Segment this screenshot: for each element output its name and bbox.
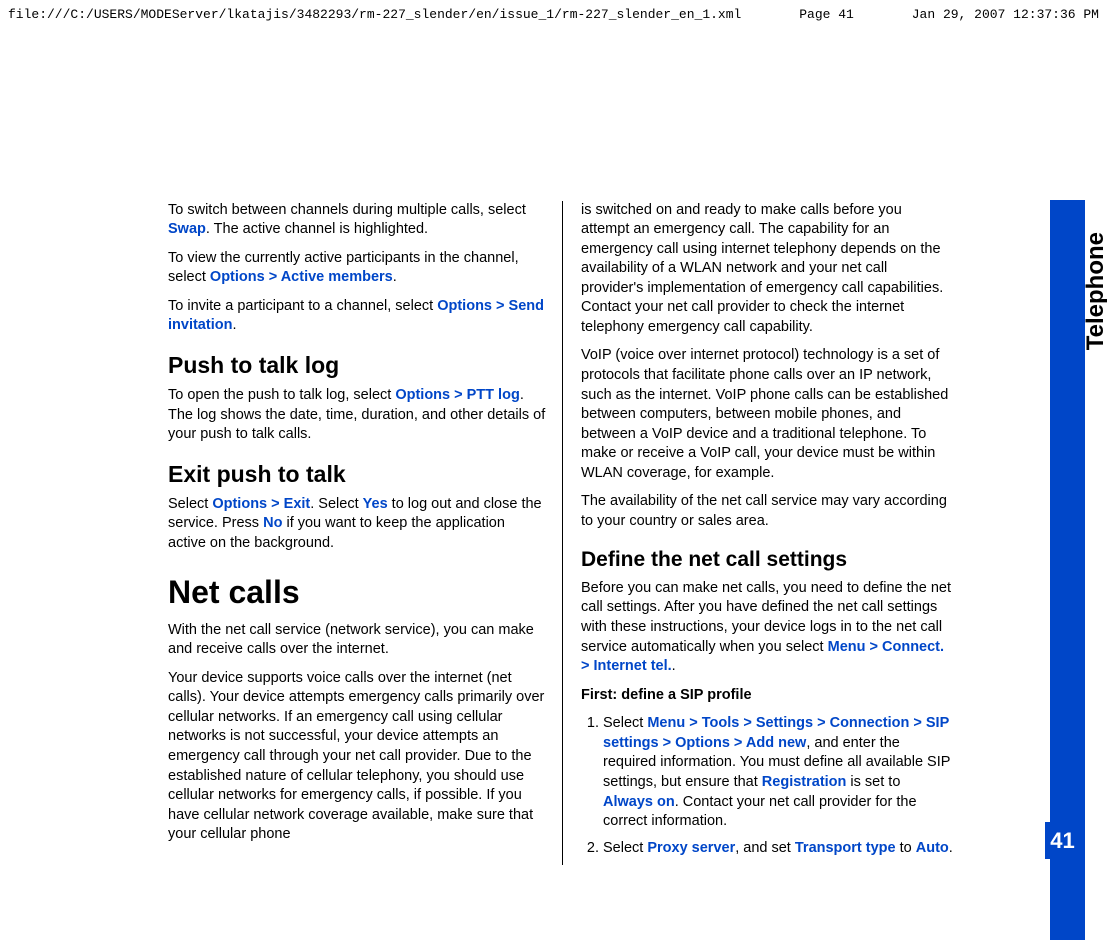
page-number: 41: [1045, 822, 1080, 860]
text: .: [393, 269, 397, 285]
separator-icon: >: [265, 269, 281, 285]
text: . The active channel is highlighted.: [206, 221, 428, 237]
text: To invite a participant to a channel, se…: [168, 298, 437, 314]
link-yes: Yes: [363, 496, 388, 512]
separator-icon: >: [865, 639, 882, 655]
list-item: Select Menu > Tools > Settings > Connect…: [603, 714, 953, 831]
separator-icon: >: [685, 715, 702, 731]
link-active-members: Active members: [281, 269, 393, 285]
separator-icon: >: [813, 715, 830, 731]
text: . Select: [310, 496, 362, 512]
separator-icon: >: [581, 658, 594, 674]
separator-icon: >: [909, 715, 926, 731]
paragraph: To view the currently active participant…: [168, 249, 546, 288]
right-column: is switched on and ready to make calls b…: [563, 201, 973, 866]
heading-exit-ptt: Exit push to talk: [168, 459, 546, 490]
list-item: Select Proxy server, and set Transport t…: [603, 839, 953, 859]
separator-icon: >: [450, 387, 467, 403]
link-proxy-server: Proxy server: [647, 840, 735, 856]
link-always-on: Always on: [603, 794, 675, 810]
subheading-sip-profile: First: define a SIP profile: [581, 686, 953, 706]
text: .: [232, 317, 236, 333]
link-connection: Connection: [830, 715, 910, 731]
link-no: No: [263, 515, 282, 531]
paragraph: is switched on and ready to make calls b…: [581, 201, 953, 338]
paragraph: With the net call service (network servi…: [168, 621, 546, 660]
link-swap: Swap: [168, 221, 206, 237]
heading-define-net-call: Define the net call settings: [581, 546, 953, 574]
link-connect: Connect.: [882, 639, 944, 655]
text: To switch between channels during multip…: [168, 202, 526, 218]
separator-icon: >: [739, 715, 756, 731]
link-transport-type: Transport type: [795, 840, 896, 856]
page-content: To switch between channels during multip…: [0, 26, 1107, 866]
text: Select: [603, 715, 647, 731]
text: Select: [168, 496, 212, 512]
paragraph: The availability of the net call service…: [581, 492, 953, 531]
link-add-new: Add new: [746, 735, 806, 751]
paragraph: Before you can make net calls, you need …: [581, 579, 953, 677]
text: To open the push to talk log, select: [168, 387, 395, 403]
file-path: file:///C:/USERS/MODEServer/lkatajis/348…: [8, 6, 741, 24]
link-options: Options: [395, 387, 450, 403]
heading-net-calls: Net calls: [168, 571, 546, 614]
heading-ptt-log: Push to talk log: [168, 350, 546, 381]
link-menu: Menu: [828, 639, 866, 655]
timestamp: Jan 29, 2007 12:37:36 PM: [912, 6, 1099, 24]
text: .: [672, 658, 676, 674]
link-options: Options: [210, 269, 265, 285]
paragraph: Select Options > Exit. Select Yes to log…: [168, 495, 546, 554]
text: Select: [603, 840, 647, 856]
text: , and set: [735, 840, 795, 856]
separator-icon: >: [659, 735, 676, 751]
link-registration: Registration: [762, 774, 847, 790]
link-options: Options: [437, 298, 492, 314]
link-ptt-log: PTT log: [467, 387, 520, 403]
paragraph: To open the push to talk log, select Opt…: [168, 386, 546, 445]
text: is set to: [846, 774, 900, 790]
paragraph: Your device supports voice calls over th…: [168, 669, 546, 845]
link-auto: Auto: [916, 840, 949, 856]
link-options: Options: [212, 496, 267, 512]
link-settings: Settings: [756, 715, 813, 731]
paragraph: VoIP (voice over internet protocol) tech…: [581, 346, 953, 483]
page-indicator: Page 41: [799, 6, 854, 24]
paragraph: To invite a participant to a channel, se…: [168, 297, 546, 336]
link-tools: Tools: [702, 715, 740, 731]
columns: To switch between channels during multip…: [168, 201, 1010, 866]
link-exit: Exit: [284, 496, 311, 512]
link-options: Options: [675, 735, 730, 751]
separator-icon: >: [492, 298, 509, 314]
link-menu: Menu: [647, 715, 685, 731]
link-internet-tel: Internet tel.: [594, 658, 672, 674]
left-column: To switch between channels during multip…: [168, 201, 563, 866]
ordered-list: Select Menu > Tools > Settings > Connect…: [581, 714, 953, 858]
separator-icon: >: [267, 496, 284, 512]
text: .: [949, 840, 953, 856]
header-bar: file:///C:/USERS/MODEServer/lkatajis/348…: [0, 0, 1107, 26]
paragraph: To switch between channels during multip…: [168, 201, 546, 240]
separator-icon: >: [730, 735, 746, 751]
text: to: [896, 840, 916, 856]
